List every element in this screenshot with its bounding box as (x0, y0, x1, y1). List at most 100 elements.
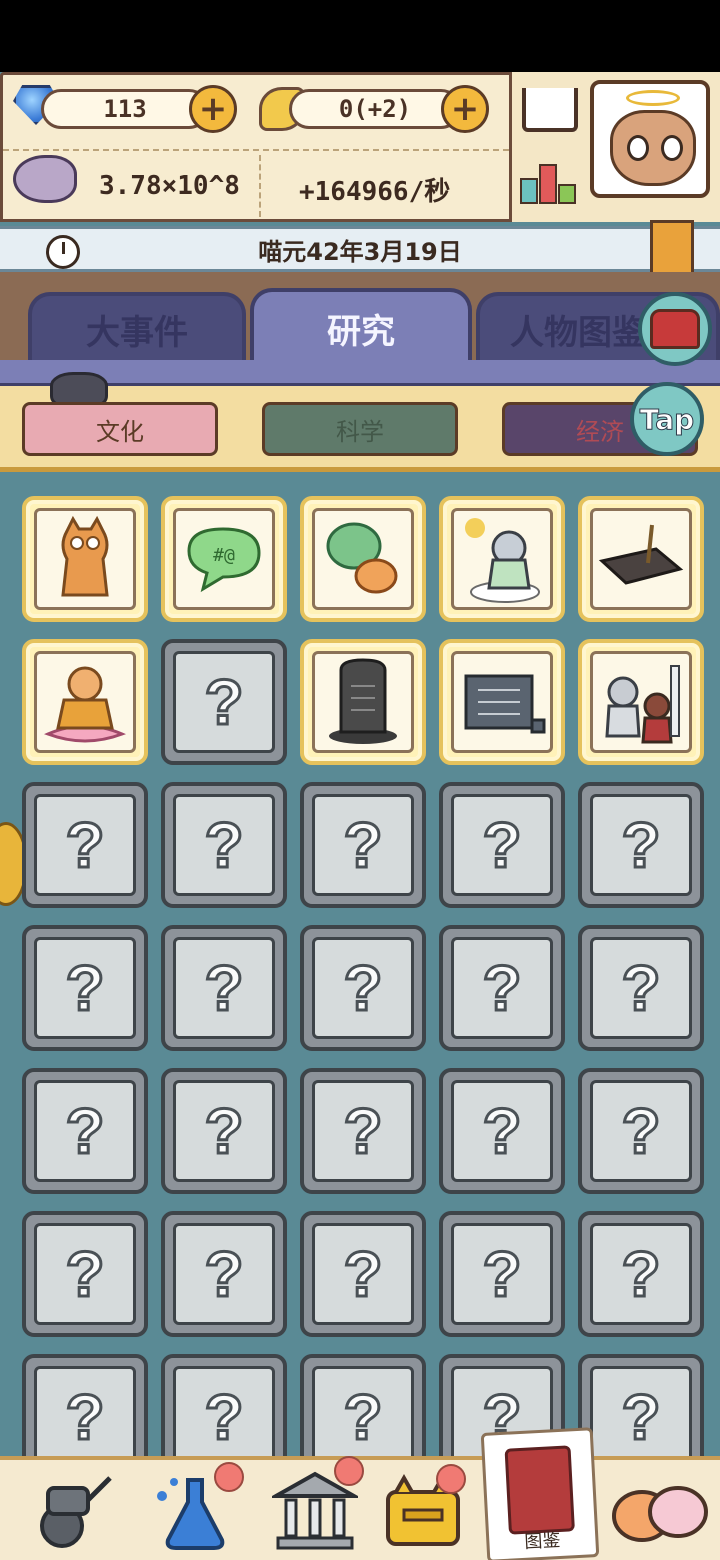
nav-cart[interactable] (30, 1470, 120, 1554)
tab-strip (0, 360, 720, 386)
locked-research-item[interactable]: ? (439, 925, 565, 1051)
locked-research-item[interactable]: ? (300, 1211, 426, 1337)
avatar[interactable] (590, 80, 710, 198)
locked-research-item[interactable]: ? (578, 1068, 704, 1194)
locked-research-item[interactable]: ? (578, 782, 704, 908)
shop-cart-icon[interactable] (522, 88, 578, 132)
research-item-buddha-cat[interactable] (22, 639, 148, 765)
research-item-speech-bubble[interactable]: #@ (161, 496, 287, 622)
speech-bubble-icon: #@ (173, 508, 275, 610)
nav-cats[interactable] (610, 1470, 714, 1554)
research-item-cat-statue[interactable] (22, 496, 148, 622)
locked-research-item[interactable]: ? (161, 639, 287, 765)
locked-research-item[interactable]: ? (161, 782, 287, 908)
locked-research-item[interactable]: ? (439, 1211, 565, 1337)
locked-research-item[interactable]: ? (22, 1354, 148, 1456)
locked-research-item[interactable]: ? (300, 925, 426, 1051)
fish-total: 3.78×10^8 (99, 171, 240, 201)
museum-banner-icon[interactable] (650, 220, 694, 280)
halo-icon (626, 90, 680, 106)
nav-lab[interactable] (152, 1462, 244, 1554)
handcart-icon (40, 1476, 112, 1548)
divider (259, 155, 261, 217)
locked-research-item[interactable]: ? (578, 925, 704, 1051)
cat-statue-icon (34, 508, 136, 610)
philosophers-icon (590, 651, 692, 753)
tap-button[interactable]: Tap (630, 382, 704, 456)
clock-icon (46, 235, 80, 269)
question-mark-icon: ? (451, 794, 553, 896)
locked-research-item[interactable]: ? (161, 1211, 287, 1337)
treasure-chest-button[interactable] (638, 292, 712, 366)
question-mark-icon: ? (312, 937, 414, 1039)
locked-research-item[interactable]: ? (22, 782, 148, 908)
research-item-ink-stone[interactable] (578, 496, 704, 622)
nav-building[interactable] (268, 1456, 364, 1554)
immortal-cat-icon (451, 508, 553, 610)
research-item-philosophers[interactable] (578, 639, 704, 765)
question-mark-icon: ? (34, 1223, 136, 1325)
buddha-cat-icon (34, 651, 136, 753)
locked-research-item[interactable]: ? (578, 1211, 704, 1337)
notification-badge (334, 1456, 364, 1486)
question-mark-icon: ? (34, 1366, 136, 1456)
divider (3, 149, 509, 151)
gem-count: 113 (41, 89, 209, 129)
notification-badge (436, 1464, 466, 1494)
question-mark-icon: ? (173, 1080, 275, 1182)
locked-research-item[interactable]: ? (300, 1068, 426, 1194)
research-item-immortal-cat[interactable] (439, 496, 565, 622)
locked-research-item[interactable]: ? (300, 782, 426, 908)
question-mark-icon: ? (173, 651, 275, 753)
game-date: 喵元42年3月19日 (258, 237, 462, 266)
fish-rate: +164966/秒 (299, 177, 451, 207)
stele-icon (312, 651, 414, 753)
locked-research-item[interactable]: ? (161, 925, 287, 1051)
add-gems-button[interactable]: + (189, 85, 237, 133)
question-mark-icon: ? (34, 1080, 136, 1182)
locked-research-item[interactable]: ? (161, 1354, 287, 1456)
notification-badge (214, 1462, 244, 1492)
nav-handbook[interactable]: 图鉴 (480, 1427, 600, 1560)
tab-research[interactable]: 研究 (250, 288, 472, 364)
scroll-icon (451, 651, 553, 753)
question-mark-icon: ? (34, 794, 136, 896)
question-mark-icon: ? (451, 1080, 553, 1182)
status-bar (0, 0, 720, 72)
filter-science[interactable]: 科学 (262, 402, 458, 456)
chat-bubbles-icon (312, 508, 414, 610)
question-mark-icon: ? (173, 1366, 275, 1456)
ranking-icon[interactable] (520, 156, 576, 204)
locked-research-item[interactable]: ? (439, 1068, 565, 1194)
ink-stone-icon (590, 508, 692, 610)
question-mark-icon: ? (451, 1223, 553, 1325)
research-item-chat-bubbles[interactable] (300, 496, 426, 622)
tab-events[interactable]: 大事件 (28, 292, 246, 362)
resource-panel: 113 + 0(+2) + 3.78×10^8 +164966/秒 (0, 72, 512, 222)
nav-cat-box[interactable] (380, 1464, 470, 1554)
locked-research-item[interactable]: ? (439, 782, 565, 908)
nav-handbook-label: 图鉴 (523, 1530, 561, 1553)
locked-research-item[interactable]: ? (22, 1068, 148, 1194)
add-scrolls-button[interactable]: + (441, 85, 489, 133)
date-bar: 喵元42年3月19日 (0, 226, 720, 272)
research-item-scroll[interactable] (439, 639, 565, 765)
research-item-stele[interactable] (300, 639, 426, 765)
treasure-chest-icon (650, 309, 700, 349)
question-mark-icon: ? (312, 1080, 414, 1182)
question-mark-icon: ? (312, 794, 414, 896)
filter-culture[interactable]: 文化 (22, 402, 218, 456)
locked-research-item[interactable]: ? (300, 1354, 426, 1456)
locked-research-item[interactable]: ? (578, 1354, 704, 1456)
locked-research-item[interactable]: ? (22, 925, 148, 1051)
question-mark-icon: ? (590, 1366, 692, 1456)
question-mark-icon: ? (590, 794, 692, 896)
question-mark-icon: ? (590, 937, 692, 1039)
fish-icon (13, 155, 77, 203)
cats-group-icon (612, 1486, 708, 1542)
question-mark-icon: ? (173, 937, 275, 1039)
locked-research-item[interactable]: ? (161, 1068, 287, 1194)
locked-research-item[interactable]: ? (22, 1211, 148, 1337)
paw-book-icon (504, 1445, 575, 1535)
question-mark-icon: ? (312, 1366, 414, 1456)
